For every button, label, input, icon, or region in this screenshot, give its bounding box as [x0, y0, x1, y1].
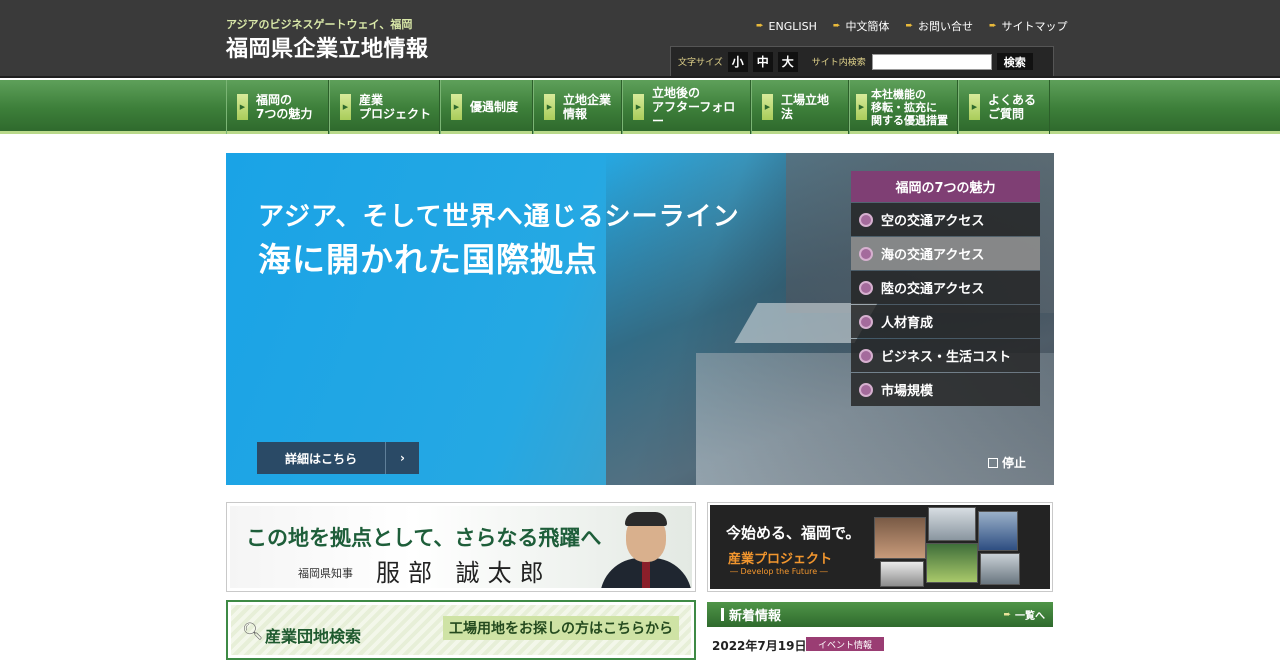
nav-arrow-icon: ▶: [856, 94, 867, 120]
link-sitemap[interactable]: ➨ サイトマップ: [989, 18, 1068, 34]
bullet-icon: [859, 348, 873, 363]
nav-item-industry-project[interactable]: ▶ 産業 プロジェクト: [329, 80, 440, 134]
news-title: 新着情報: [729, 609, 782, 624]
project-photo-factory: [880, 561, 924, 587]
project-banner-title: 産業プロジェクト: [728, 552, 833, 567]
news-item-date: 2022年7月19日: [712, 639, 807, 653]
estate-search-title: 産業団地検索: [265, 627, 362, 646]
bullet-icon: [859, 314, 873, 329]
project-banner-subtitle: ― Develop the Future ―: [730, 567, 828, 576]
charm-item-human-resources[interactable]: 人材育成: [851, 305, 1040, 338]
project-photo-car: [928, 507, 976, 541]
project-photo-people: [874, 517, 926, 559]
governor-photo: [592, 510, 692, 588]
nav-item-seven-charms[interactable]: ▶ 福岡の 7つの魅力: [226, 80, 329, 134]
font-size-large-button[interactable]: 大: [777, 51, 798, 72]
nav-item-factory-law[interactable]: ▶ 工場立地法: [751, 80, 849, 134]
project-photo-robot: [978, 511, 1018, 551]
site-search-button[interactable]: 検索: [996, 53, 1033, 70]
charm-item-land-access[interactable]: 陸の交通アクセス: [851, 271, 1040, 304]
project-banner-headline: 今始める、福岡で。: [726, 524, 861, 542]
project-photo-lab: [980, 553, 1020, 585]
site-search-label: サイト内検索: [811, 58, 866, 68]
nav-item-hq-relocation[interactable]: ▶ 本社機能の 移転・拡充に 関する優遇措置: [849, 80, 958, 134]
font-size-label: 文字サイズ: [678, 58, 723, 68]
heading-bar-icon: [721, 608, 724, 621]
industrial-estate-search: 🔍︎ 産業団地検索 工場用地をお探しの方はこちらから: [226, 600, 696, 660]
governor-role: 福岡県知事: [298, 567, 353, 580]
news-list-link[interactable]: ➨ 一覧へ: [1003, 607, 1045, 623]
charm-menu: 福岡の7つの魅力 空の交通アクセス 海の交通アクセス 陸の交通アクセス 人材育成…: [851, 171, 1040, 406]
bullet-icon: [859, 212, 873, 227]
global-nav: ▶ 福岡の 7つの魅力 ▶ 産業 プロジェクト ▶ 優遇制度 ▶ 立地企業 情報 ▶ 立地…: [0, 80, 1280, 134]
estate-search-link[interactable]: 工場用地をお探しの方はこちらから: [443, 616, 679, 640]
font-size-medium-button[interactable]: 中: [752, 51, 773, 72]
site-tagline: アジアのビジネスゲートウェイ、福岡: [226, 18, 413, 31]
bullet-icon: [859, 246, 873, 261]
site-logo-title[interactable]: 福岡県企業立地情報: [226, 31, 429, 63]
slider-stop-button[interactable]: 停止: [988, 454, 1026, 471]
nav-arrow-icon: ▶: [969, 94, 980, 120]
site-header: アジアのビジネスゲートウェイ、福岡 福岡県企業立地情報 ➨ ENGLISH ➨ 中文…: [0, 0, 1280, 78]
font-size-small-button[interactable]: 小: [727, 51, 748, 72]
arrow-right-icon: ➨: [1003, 609, 1011, 620]
nav-arrow-icon: ▶: [762, 94, 773, 120]
nav-item-faq[interactable]: ▶ よくある ご質問: [958, 80, 1050, 134]
nav-item-incentives[interactable]: ▶ 優遇制度: [440, 80, 533, 134]
hero-title: 海に開かれた国際拠点: [258, 240, 598, 279]
industry-project-banner[interactable]: 今始める、福岡で。 産業プロジェクト ― Develop the Future …: [707, 502, 1053, 592]
charm-item-market-size[interactable]: 市場規模: [851, 373, 1040, 406]
chevron-right-icon: ›: [385, 442, 419, 474]
charm-item-business-cost[interactable]: ビジネス・生活コスト: [851, 339, 1040, 372]
nav-arrow-icon: ▶: [451, 94, 462, 120]
project-photo-circuit: [926, 543, 978, 583]
charm-menu-title: 福岡の7つの魅力: [851, 171, 1040, 202]
governor-name: 服部 誠太郎: [376, 559, 552, 587]
nav-item-companies[interactable]: ▶ 立地企業 情報: [533, 80, 622, 134]
stop-icon: [988, 457, 998, 468]
governor-message-banner[interactable]: この地を拠点として、さらなる飛躍へ 福岡県知事 服部 誠太郎: [226, 502, 696, 592]
site-search-input[interactable]: [871, 53, 992, 70]
bullet-icon: [859, 280, 873, 295]
arrow-right-icon: ➨: [832, 21, 841, 31]
link-chinese[interactable]: ➨ 中文簡体: [833, 18, 890, 34]
utility-links: ➨ ENGLISH ➨ 中文簡体 ➨ お問い合せ ➨ サイトマップ: [756, 18, 1068, 34]
governor-banner-headline: この地を拠点として、さらなる飛躍へ: [246, 526, 602, 550]
bullet-icon: [859, 382, 873, 397]
nav-arrow-icon: ▶: [237, 94, 248, 120]
arrow-right-icon: ➨: [756, 21, 764, 31]
nav-item-after-follow[interactable]: ▶ 立地後の アフターフォロー: [622, 80, 751, 134]
link-english[interactable]: ➨ ENGLISH: [756, 18, 817, 34]
arrow-right-icon: ➨: [905, 21, 913, 31]
hero-detail-button[interactable]: 詳細はこちら ›: [257, 442, 419, 474]
nav-arrow-icon: ▶: [633, 94, 644, 120]
nav-arrow-icon: ▶: [340, 94, 351, 120]
nav-arrow-icon: ▶: [544, 94, 555, 120]
hero-subtitle: アジア、そして世界へ通じるシーライン: [258, 202, 740, 232]
arrow-right-icon: ➨: [988, 21, 997, 31]
link-contact[interactable]: ➨ お問い合せ: [905, 18, 973, 34]
charm-item-sea-access[interactable]: 海の交通アクセス: [851, 237, 1040, 270]
search-icon: 🔍︎: [242, 622, 264, 642]
news-header: 新着情報 ➨ 一覧へ: [707, 602, 1053, 627]
header-toolbar: 文字サイズ 小 中 大 サイト内検索 検索: [670, 46, 1054, 76]
charm-item-air-access[interactable]: 空の交通アクセス: [851, 203, 1040, 236]
hero-slider: アジア、そして世界へ通じるシーライン 海に開かれた国際拠点 詳細はこちら › 停…: [226, 153, 1054, 485]
